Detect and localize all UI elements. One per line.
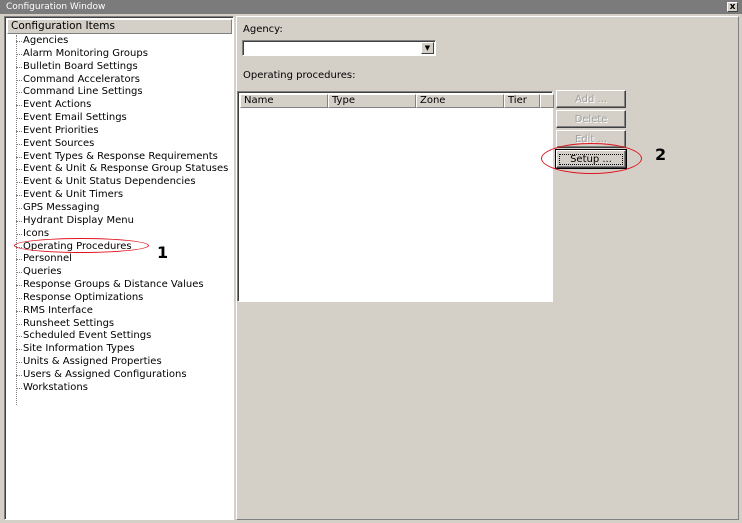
- tree-item-site-information-types[interactable]: Site Information Types: [7, 343, 233, 356]
- tree-item-rms-interface[interactable]: RMS Interface: [7, 305, 233, 318]
- tree-item-event-priorities[interactable]: Event Priorities: [7, 125, 233, 138]
- tree-item-event-actions[interactable]: Event Actions: [7, 99, 233, 112]
- tree-item-response-optimizations[interactable]: Response Optimizations: [7, 292, 233, 305]
- tree-item-queries[interactable]: Queries: [7, 266, 233, 279]
- tree-item-personnel[interactable]: Personnel: [7, 253, 233, 266]
- column-header-tier[interactable]: Tier: [504, 94, 540, 108]
- close-icon[interactable]: x: [727, 2, 738, 12]
- column-header-name[interactable]: Name: [240, 94, 328, 108]
- tree-header[interactable]: Configuration Items: [7, 19, 232, 34]
- tree-item-hydrant-display-menu[interactable]: Hydrant Display Menu: [7, 215, 233, 228]
- delete-button[interactable]: Delete: [556, 110, 626, 128]
- tree-item-workstations[interactable]: Workstations: [7, 382, 233, 395]
- tree-item-event-sources[interactable]: Event Sources: [7, 138, 233, 151]
- tree-item-users-and-assigned-configurations[interactable]: Users & Assigned Configurations: [7, 369, 233, 382]
- annotation-ellipse-1: [14, 238, 149, 253]
- tree-item-units-and-assigned-properties[interactable]: Units & Assigned Properties: [7, 356, 233, 369]
- details-panel: Agency: ▼ Operating procedures: Name Typ…: [236, 16, 739, 520]
- tree-item-alarm-monitoring-groups[interactable]: Alarm Monitoring Groups: [7, 48, 233, 61]
- tree-item-agencies[interactable]: Agencies: [7, 35, 233, 48]
- tree-item-response-groups-and-distance-values[interactable]: Response Groups & Distance Values: [7, 279, 233, 292]
- column-header-type[interactable]: Type: [328, 94, 416, 108]
- tree-item-event-types-and-response-requirements[interactable]: Event Types & Response Requirements: [7, 151, 233, 164]
- chevron-down-icon[interactable]: ▼: [421, 42, 434, 54]
- window-title: Configuration Window: [6, 2, 106, 12]
- tree-item-event-email-settings[interactable]: Event Email Settings: [7, 112, 233, 125]
- configuration-tree-panel: Configuration Items Agencies Alarm Monito…: [4, 16, 234, 520]
- title-bar: Configuration Window x: [0, 0, 742, 14]
- tree-item-scheduled-event-settings[interactable]: Scheduled Event Settings: [7, 330, 233, 343]
- tree-item-runsheet-settings[interactable]: Runsheet Settings: [7, 318, 233, 331]
- tree-item-event-and-unit-status-dependencies[interactable]: Event & Unit Status Dependencies: [7, 176, 233, 189]
- column-header-zone[interactable]: Zone: [416, 94, 504, 108]
- tree-item-command-accelerators[interactable]: Command Accelerators: [7, 74, 233, 87]
- configuration-window: Configuration Window x Configuration Ite…: [0, 0, 742, 523]
- tree-item-command-line-settings[interactable]: Command Line Settings: [7, 86, 233, 99]
- tree-item-bulletin-board-settings[interactable]: Bulletin Board Settings: [7, 61, 233, 74]
- tree-item-event-and-unit-timers[interactable]: Event & Unit Timers: [7, 189, 233, 202]
- operating-procedures-list[interactable]: Name Type Zone Tier: [237, 91, 554, 302]
- agency-dropdown[interactable]: ▼: [242, 40, 436, 56]
- annotation-marker-2: 2: [655, 145, 667, 164]
- add-button[interactable]: Add ...: [556, 90, 626, 108]
- agency-label: Agency:: [243, 24, 283, 35]
- annotation-ellipse-2: [541, 143, 642, 174]
- list-header: Name Type Zone Tier: [240, 94, 554, 108]
- tree-item-gps-messaging[interactable]: GPS Messaging: [7, 202, 233, 215]
- annotation-marker-1: 1: [157, 243, 169, 262]
- column-header-filler: [540, 94, 554, 108]
- configuration-tree: Agencies Alarm Monitoring Groups Bulletin …: [7, 35, 233, 395]
- tree-item-event-and-unit-and-response-group-statuses[interactable]: Event & Unit & Response Group Statuses: [7, 163, 233, 176]
- operating-procedures-label: Operating procedures:: [243, 70, 356, 81]
